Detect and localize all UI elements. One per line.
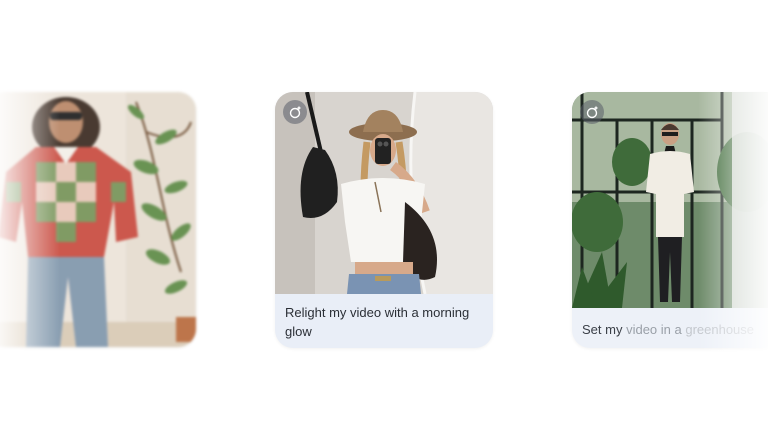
woman-in-greenhouse-image [572,92,768,308]
prompt-card-left[interactable] [0,92,196,347]
prompt-card-greenhouse[interactable]: Set my video in a greenhouse [572,92,768,348]
sparkle-edit-icon[interactable] [283,100,307,124]
woman-cowboy-hat-mirror-selfie-image [275,92,493,294]
prompt-caption: Set my video in a greenhouse [582,322,755,337]
prompt-card-relight[interactable]: Relight my video with a morning glow [275,92,493,348]
illustrated-woman-plaid-sweater-image [0,92,196,347]
sparkle-edit-icon[interactable] [580,100,604,124]
prompt-caption: Relight my video with a morning glow [285,305,470,339]
